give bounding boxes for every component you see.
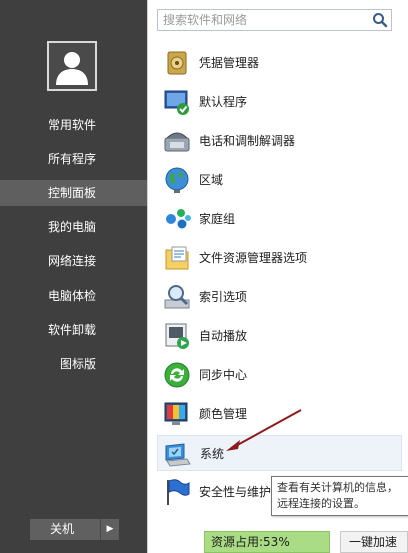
sidebar-item-label: 我的电脑 — [48, 220, 97, 234]
color-management-icon — [164, 402, 188, 425]
sidebar-item-uninstall[interactable]: 软件卸载 — [0, 317, 147, 343]
cp-item-label: 文件资源管理器选项 — [199, 251, 308, 265]
autoplay-icon — [165, 323, 189, 349]
cp-item-homegroup[interactable]: 家庭组 — [157, 201, 402, 237]
sidebar-item-label: 控制面板 — [48, 186, 97, 200]
shutdown-label: 关机 — [50, 522, 75, 536]
homegroup-icon — [166, 209, 191, 229]
user-avatar[interactable] — [47, 41, 97, 91]
resource-usage-label: 资源占用:53% — [211, 535, 290, 549]
credential-manager-icon — [167, 51, 187, 75]
speedup-button[interactable]: 一键加速 — [340, 531, 408, 553]
annotation-arrow-icon — [226, 409, 302, 451]
cp-item-label: 自动播放 — [199, 329, 248, 343]
search-box[interactable] — [157, 9, 392, 31]
sidebar-item-control-panel[interactable]: 控制面板 — [0, 180, 147, 206]
user-silhouette-icon — [56, 52, 88, 85]
shutdown-options-arrow[interactable]: ▶ — [100, 519, 119, 540]
security-flag-icon — [167, 479, 190, 505]
sidebar-item-network[interactable]: 网络连接 — [0, 248, 147, 274]
cp-item-label: 安全性与维护 — [199, 485, 272, 499]
sidebar-item-label: 所有程序 — [48, 152, 97, 166]
sidebar-item-all-programs[interactable]: 所有程序 — [0, 146, 147, 172]
cp-item-label: 家庭组 — [199, 212, 236, 226]
region-globe-icon — [165, 167, 189, 193]
search-icon[interactable] — [372, 12, 388, 28]
cp-item-credential-manager[interactable]: 凭据管理器 — [157, 45, 402, 81]
cp-item-phone-modem[interactable]: 电话和调制解调器 — [157, 123, 402, 159]
default-programs-icon — [164, 90, 189, 115]
speedup-label: 一键加速 — [349, 535, 398, 549]
cp-item-default-programs[interactable]: 默认程序 — [157, 84, 402, 120]
cp-item-sync-center[interactable]: 同步中心 — [157, 357, 402, 393]
sidebar-item-label: 电脑体检 — [48, 289, 97, 303]
sidebar-item-label: 网络连接 — [48, 254, 97, 268]
sidebar-item-pc-checkup[interactable]: 电脑体检 — [0, 283, 147, 309]
sidebar-item-label: 软件卸载 — [48, 323, 97, 337]
sidebar-item-label: 图标版 — [60, 357, 97, 371]
cp-item-label: 索引选项 — [199, 290, 248, 304]
sidebar-item-common-software[interactable]: 常用软件 — [0, 112, 147, 138]
sidebar-item-my-computer[interactable]: 我的电脑 — [0, 214, 147, 240]
search-input[interactable] — [163, 12, 363, 28]
cp-item-label: 电话和调制解调器 — [199, 134, 296, 148]
cp-item-folder-options[interactable]: 文件资源管理器选项 — [157, 240, 402, 276]
tooltip-line: 查看有关计算机的信息， — [277, 481, 398, 494]
tooltip: 查看有关计算机的信息， 远程连接的设置。 — [271, 476, 408, 516]
cp-item-label: 凭据管理器 — [199, 56, 260, 70]
tooltip-line: 远程连接的设置。 — [277, 497, 365, 510]
sync-center-icon — [164, 362, 190, 388]
indexing-options-icon — [164, 285, 190, 309]
sidebar-item-icon-view[interactable]: 图标版 — [0, 351, 147, 377]
cp-item-autoplay[interactable]: 自动播放 — [157, 318, 402, 354]
cp-item-label: 默认程序 — [199, 95, 248, 109]
cp-item-indexing-options[interactable]: 索引选项 — [157, 279, 402, 315]
folder-options-icon — [165, 246, 189, 270]
resource-usage-bar[interactable]: 资源占用:53% — [204, 531, 330, 553]
shutdown-button[interactable]: 关机 ▶ — [30, 519, 119, 540]
sidebar-item-label: 常用软件 — [48, 118, 97, 132]
system-icon — [165, 443, 191, 467]
cp-item-label: 区域 — [199, 173, 224, 187]
cp-item-label: 同步中心 — [199, 368, 248, 382]
cp-item-region[interactable]: 区域 — [157, 162, 402, 198]
phone-modem-icon — [164, 132, 190, 152]
cp-item-label: 系统 — [200, 447, 225, 461]
